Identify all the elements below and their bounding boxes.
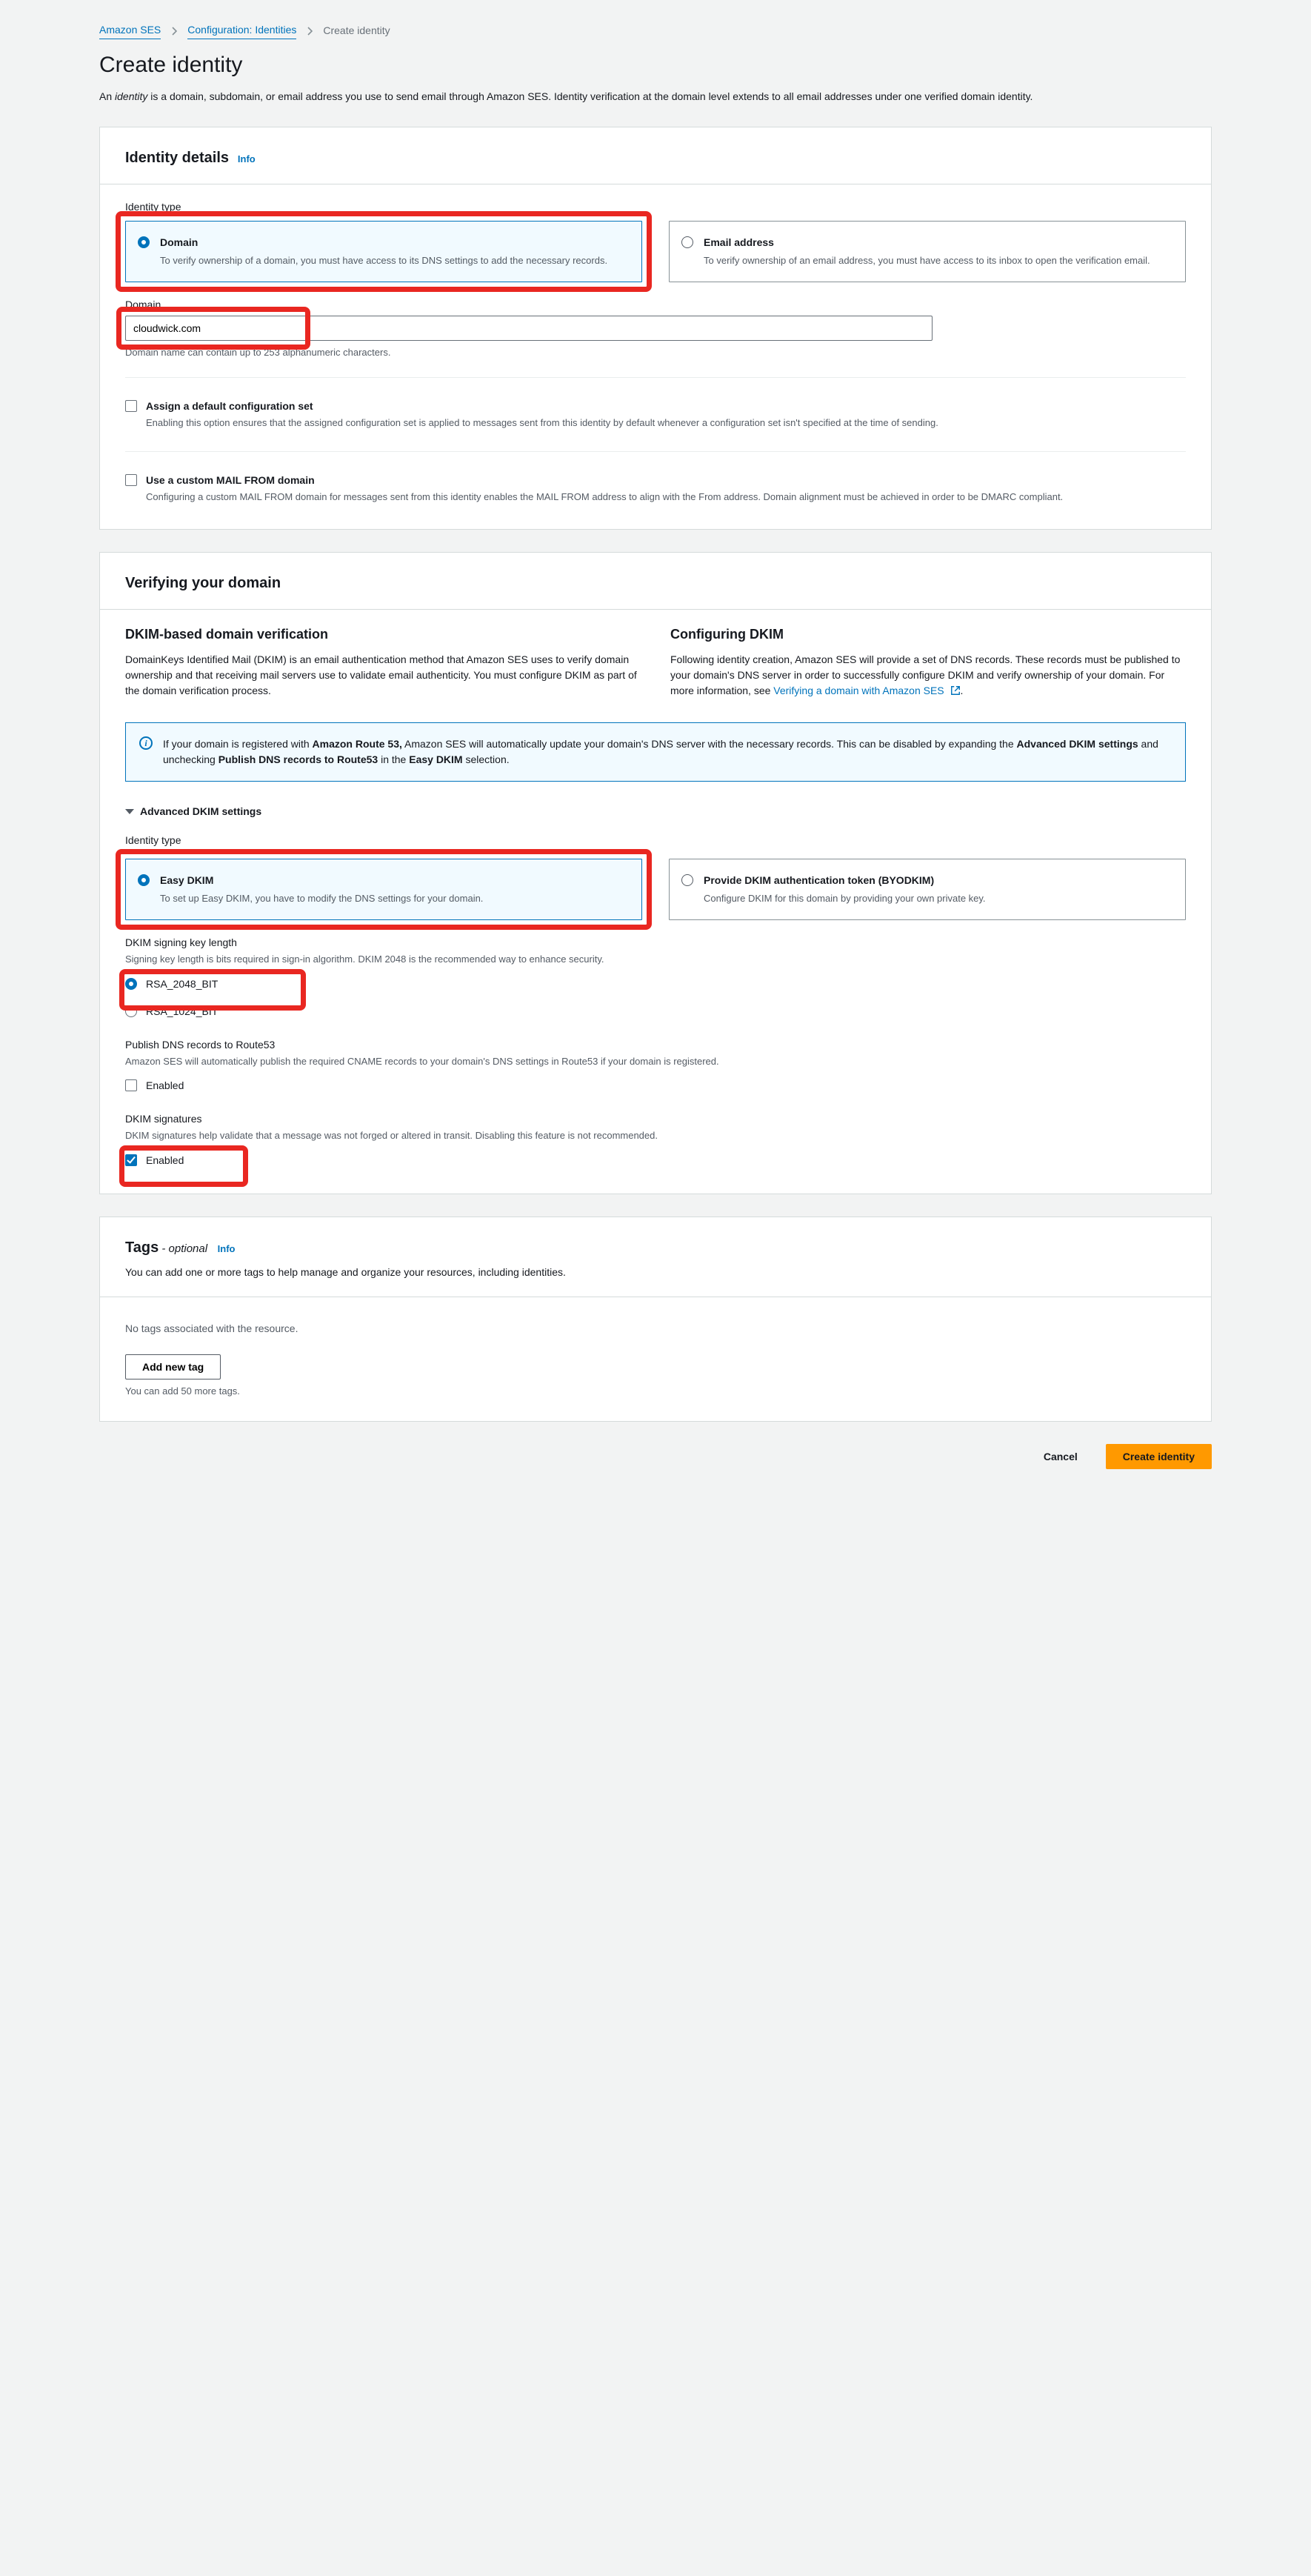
checkbox-icon[interactable] bbox=[125, 1079, 137, 1091]
page-title: Create identity bbox=[99, 48, 1212, 81]
verify-domain-panel: Verifying your domain DKIM-based domain … bbox=[99, 552, 1212, 1194]
identity-type-domain-tile[interactable]: Domain To verify ownership of a domain, … bbox=[125, 221, 642, 282]
info-link[interactable]: Info bbox=[218, 1243, 236, 1254]
create-identity-button[interactable]: Create identity bbox=[1106, 1444, 1212, 1469]
radio-icon bbox=[138, 874, 150, 886]
external-link-icon bbox=[950, 685, 961, 700]
checkbox-icon[interactable] bbox=[125, 400, 137, 412]
tile-title: Domain bbox=[160, 235, 627, 250]
easy-dkim-tile[interactable]: Easy DKIM To set up Easy DKIM, you have … bbox=[125, 859, 642, 920]
tags-panel: Tags - optional Info You can add one or … bbox=[99, 1217, 1212, 1422]
tags-empty-text: No tags associated with the resource. bbox=[125, 1321, 1186, 1337]
page-description: An identity is a domain, subdomain, or e… bbox=[99, 89, 1212, 104]
dkim-identity-type-label: Identity type bbox=[125, 833, 1186, 848]
breadcrumb-configuration[interactable]: Configuration: Identities bbox=[187, 22, 296, 39]
dkim-verification-text: DomainKeys Identified Mail (DKIM) is an … bbox=[125, 652, 641, 699]
tile-title: Email address bbox=[704, 235, 1170, 250]
radio-icon bbox=[681, 236, 693, 248]
byodkim-tile[interactable]: Provide DKIM authentication token (BYODK… bbox=[669, 859, 1186, 920]
tile-desc: To verify ownership of a domain, you mus… bbox=[160, 253, 627, 268]
tags-heading: Tags - optional bbox=[125, 1239, 212, 1256]
publish-route53-help: Amazon SES will automatically publish th… bbox=[125, 1054, 1186, 1069]
radio-icon bbox=[138, 236, 150, 248]
domain-field-label: Domain bbox=[125, 297, 1186, 313]
key-length-help: Signing key length is bits required in s… bbox=[125, 952, 1186, 967]
tile-title: Easy DKIM bbox=[160, 873, 627, 888]
option-title: Use a custom MAIL FROM domain bbox=[146, 473, 1186, 488]
cancel-button[interactable]: Cancel bbox=[1027, 1445, 1094, 1468]
route53-info-alert: i If your domain is registered with Amaz… bbox=[125, 722, 1186, 782]
radio-icon bbox=[681, 874, 693, 886]
info-link[interactable]: Info bbox=[238, 153, 256, 164]
checkbox-icon[interactable] bbox=[125, 1154, 137, 1166]
footer-actions: Cancel Create identity bbox=[99, 1444, 1212, 1469]
breadcrumb-current: Create identity bbox=[323, 23, 390, 39]
breadcrumb-root[interactable]: Amazon SES bbox=[99, 22, 161, 39]
custom-mail-from-option[interactable]: Use a custom MAIL FROM domain Configurin… bbox=[125, 470, 1186, 507]
tile-desc: Configure DKIM for this domain by provid… bbox=[704, 891, 1170, 906]
domain-help-text: Domain name can contain up to 253 alphan… bbox=[125, 345, 1186, 360]
caret-down-icon bbox=[125, 809, 134, 814]
publish-route53-checkbox-row[interactable]: Enabled bbox=[125, 1075, 1186, 1096]
radio-label: RSA_1024_BIT bbox=[146, 1004, 1186, 1019]
configuring-dkim-text: Following identity creation, Amazon SES … bbox=[670, 652, 1186, 700]
dkim-signatures-help: DKIM signatures help validate that a mes… bbox=[125, 1128, 1186, 1143]
verifying-domain-link[interactable]: Verifying a domain with Amazon SES bbox=[773, 685, 944, 696]
configuring-dkim-heading: Configuring DKIM bbox=[670, 625, 1186, 645]
option-desc: Enabling this option ensures that the as… bbox=[146, 416, 1186, 430]
checkbox-label: Enabled bbox=[146, 1078, 1186, 1094]
tile-title: Provide DKIM authentication token (BYODK… bbox=[704, 873, 1170, 888]
chevron-right-icon bbox=[171, 27, 177, 36]
identity-type-email-tile[interactable]: Email address To verify ownership of an … bbox=[669, 221, 1186, 282]
info-icon: i bbox=[139, 736, 153, 750]
tags-limit-text: You can add 50 more tags. bbox=[125, 1384, 1186, 1399]
dkim-verification-heading: DKIM-based domain verification bbox=[125, 625, 641, 645]
radio-icon[interactable] bbox=[125, 978, 137, 990]
add-new-tag-button[interactable]: Add new tag bbox=[125, 1354, 221, 1379]
rsa-2048-option[interactable]: RSA_2048_BIT bbox=[125, 974, 1186, 995]
breadcrumb: Amazon SES Configuration: Identities Cre… bbox=[99, 22, 1212, 39]
verify-domain-heading: Verifying your domain bbox=[125, 575, 281, 591]
identity-details-heading: Identity details bbox=[125, 150, 229, 166]
advanced-dkim-expander[interactable]: Advanced DKIM settings bbox=[125, 804, 1186, 819]
assign-config-set-option[interactable]: Assign a default configuration set Enabl… bbox=[125, 396, 1186, 433]
rsa-1024-option[interactable]: RSA_1024_BIT bbox=[125, 1001, 1186, 1022]
tile-desc: To set up Easy DKIM, you have to modify … bbox=[160, 891, 627, 906]
tile-desc: To verify ownership of an email address,… bbox=[704, 253, 1170, 268]
radio-label: RSA_2048_BIT bbox=[146, 976, 1186, 992]
checkbox-label: Enabled bbox=[146, 1153, 1186, 1168]
publish-route53-label: Publish DNS records to Route53 bbox=[125, 1037, 1186, 1053]
key-length-label: DKIM signing key length bbox=[125, 935, 1186, 951]
identity-details-panel: Identity details Info Identity type Doma… bbox=[99, 127, 1212, 530]
option-title: Assign a default configuration set bbox=[146, 399, 1186, 414]
identity-type-label: Identity type bbox=[125, 199, 1186, 215]
chevron-right-icon bbox=[307, 27, 313, 36]
tags-description: You can add one or more tags to help man… bbox=[125, 1265, 1186, 1280]
domain-input[interactable] bbox=[125, 316, 933, 341]
radio-icon[interactable] bbox=[125, 1005, 137, 1017]
dkim-signatures-label: DKIM signatures bbox=[125, 1111, 1186, 1127]
option-desc: Configuring a custom MAIL FROM domain fo… bbox=[146, 490, 1186, 505]
checkbox-icon[interactable] bbox=[125, 474, 137, 486]
dkim-signatures-checkbox-row[interactable]: Enabled bbox=[125, 1150, 1186, 1171]
